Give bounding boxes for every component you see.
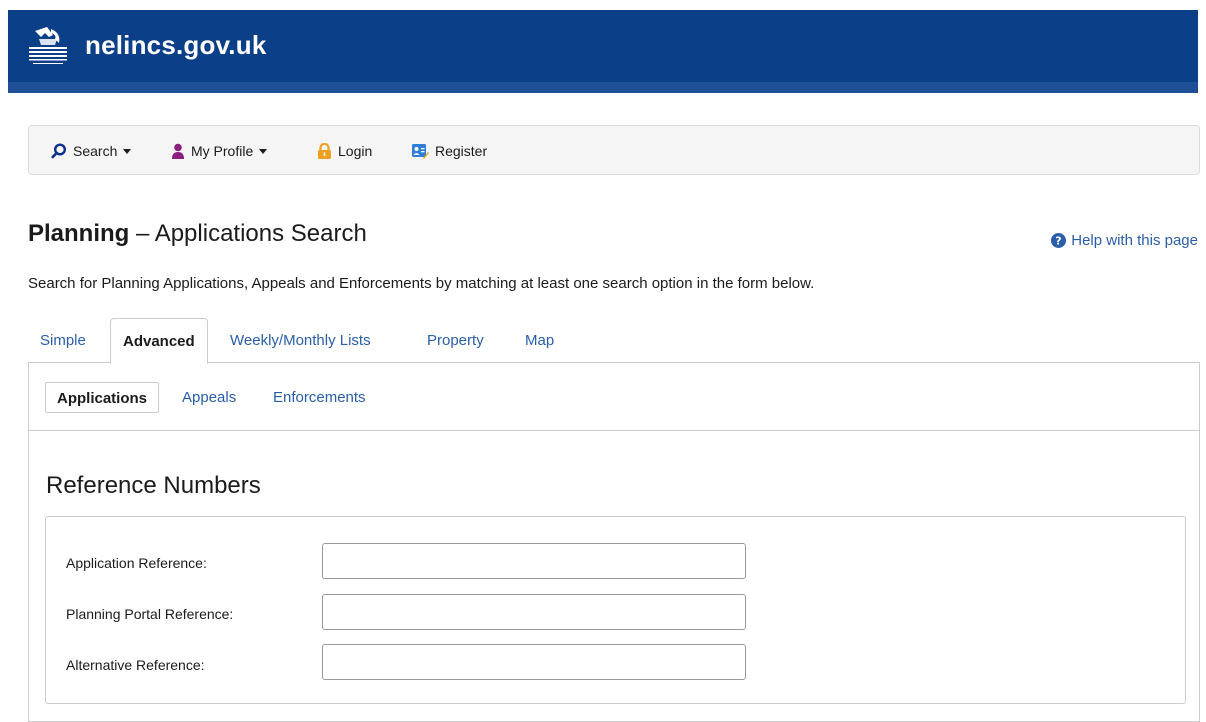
nav-my-profile-label: My Profile — [191, 143, 254, 159]
nav-my-profile-dropdown[interactable]: My Profile — [171, 143, 268, 159]
page-title: Planning – Applications Search — [28, 220, 367, 248]
chevron-down-icon — [123, 148, 132, 154]
tab-map[interactable]: Map — [513, 318, 566, 363]
nav-register-label: Register — [435, 143, 488, 159]
subtab-enforcements[interactable]: Enforcements — [262, 382, 377, 413]
intro-text: Search for Planning Applications, Appeal… — [28, 275, 815, 292]
reference-numbers-heading: Reference Numbers — [46, 472, 261, 499]
help-link-label: Help with this page — [1071, 232, 1198, 249]
search-type-tabs: Simple Advanced Weekly/Monthly Lists Pro… — [28, 318, 1200, 364]
nav-login-label: Login — [338, 143, 373, 159]
council-crest-icon[interactable] — [27, 25, 69, 67]
nav-login-link[interactable]: Login — [317, 143, 372, 159]
reference-numbers-fieldset: Application Reference: Planning Portal R… — [45, 516, 1186, 704]
alternative-reference-label: Alternative Reference: — [66, 657, 205, 673]
page-title-strong: Planning — [28, 220, 130, 247]
register-icon — [412, 144, 429, 159]
site-name-link[interactable]: nelincs.gov.uk — [85, 30, 266, 61]
header-strip — [8, 82, 1198, 93]
main-navbar: Search My Profile Login Register — [28, 125, 1200, 175]
application-reference-input[interactable] — [322, 543, 746, 579]
nav-search-label: Search — [73, 143, 118, 159]
nav-register-link[interactable]: Register — [412, 143, 487, 159]
tab-simple[interactable]: Simple — [28, 318, 98, 363]
tab-advanced[interactable]: Advanced — [110, 318, 208, 364]
search-icon — [51, 143, 67, 159]
help-icon: ? — [1051, 233, 1067, 248]
subtab-appeals[interactable]: Appeals — [171, 382, 247, 413]
lock-icon — [318, 143, 331, 159]
nav-search-dropdown[interactable]: Search — [51, 143, 132, 159]
page-title-rest: – Applications Search — [129, 220, 367, 247]
subtab-applications[interactable]: Applications — [45, 382, 160, 413]
help-link[interactable]: ? Help with this page — [1051, 232, 1198, 249]
advanced-subtabs: Applications Appeals Enforcements — [29, 362, 1199, 431]
planning-portal-reference-label: Planning Portal Reference: — [66, 606, 234, 622]
user-icon — [172, 143, 184, 159]
svg-text:?: ? — [1056, 235, 1062, 248]
alternative-reference-input[interactable] — [322, 644, 746, 680]
tab-weekly-monthly-lists[interactable]: Weekly/Monthly Lists — [218, 318, 383, 363]
tab-property[interactable]: Property — [415, 318, 496, 363]
application-reference-label: Application Reference: — [66, 555, 207, 571]
advanced-search-panel: Applications Appeals Enforcements Refere… — [28, 362, 1200, 722]
chevron-down-icon — [259, 148, 268, 154]
planning-portal-reference-input[interactable] — [322, 594, 746, 630]
site-header: nelincs.gov.uk — [8, 10, 1198, 82]
